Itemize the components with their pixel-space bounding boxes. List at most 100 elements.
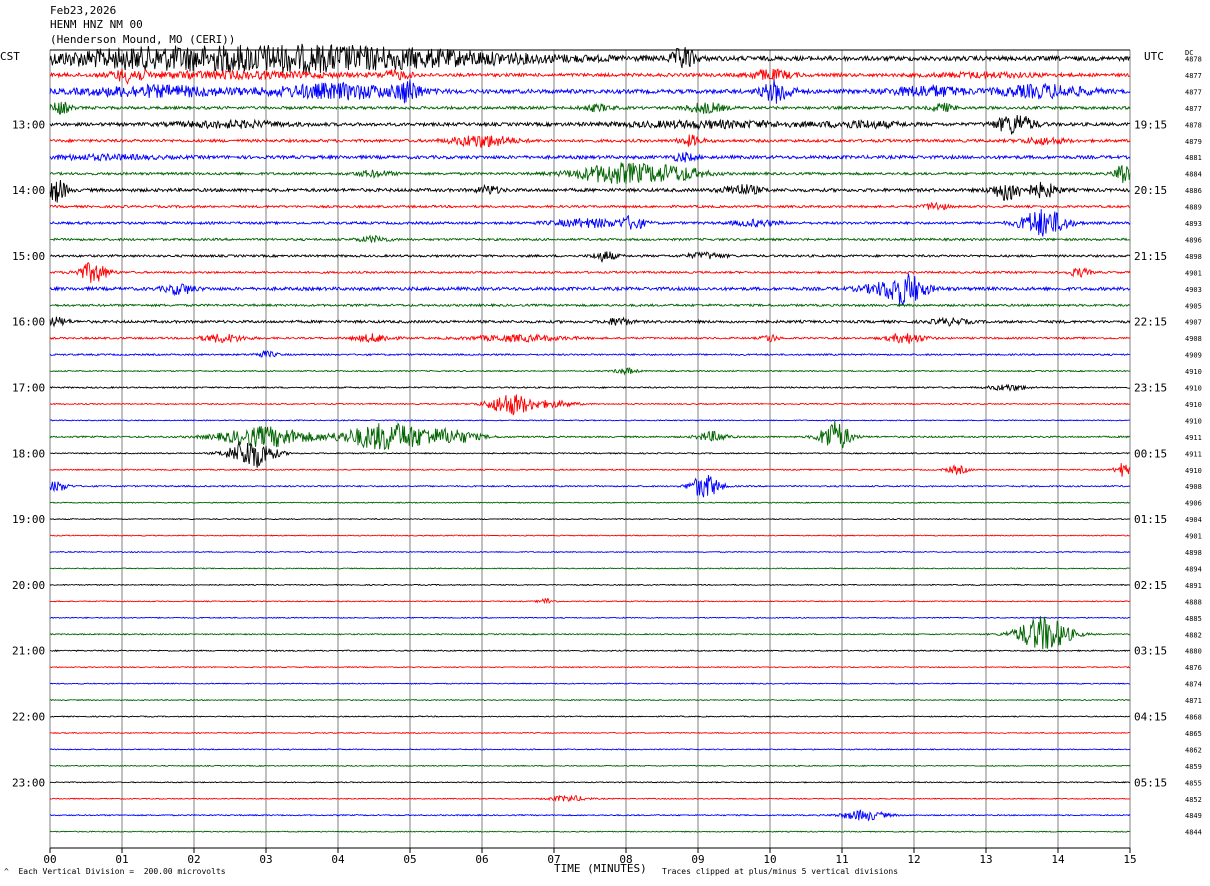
trace-row-3 [49,101,1131,115]
dc-value-row-3: 4877 [1185,105,1202,113]
dc-value-row-23: 4911 [1185,434,1202,442]
trace-row-37 [49,666,1131,669]
x-tick-label-13: 13 [979,853,992,866]
dc-value-row-30: 4898 [1185,549,1202,557]
trace-row-38 [49,682,1131,685]
dc-value-row-15: 4905 [1185,302,1202,310]
x-tick-label-09: 09 [691,853,704,866]
trace-row-32 [49,583,1130,587]
trace-row-46 [49,809,1131,822]
helicorder-plot: 00 01 02 03 04 05 06 07 08 09 10 11 12 13 14 15 13:0014… [12,43,1202,866]
right-time-label-2315: 23:15 [1134,382,1167,395]
dc-value-row-31: 4894 [1185,565,1202,573]
dc-value-row-16: 4907 [1185,319,1202,327]
trace-row-21 [49,394,1131,416]
dc-value-row-29: 4901 [1185,533,1202,541]
trace-row-34 [49,616,1131,619]
dc-value-row-40: 4868 [1185,714,1202,722]
trace-row-36 [49,649,1131,653]
x-tick-label-06: 06 [475,853,488,866]
left-time-label-1600: 16:00 [12,316,45,329]
trace-row-15 [49,302,1131,308]
dc-value-row-18: 4909 [1185,352,1202,360]
trace-row-30 [49,550,1131,554]
right-time-label-0515: 05:15 [1134,776,1167,789]
dc-value-row-0: 4878 [1185,56,1202,64]
dc-value-row-8: 4886 [1185,187,1202,195]
x-tick-label-01: 01 [115,853,128,866]
right-time-label-1915: 19:15 [1134,118,1167,131]
trace-row-23 [49,420,1131,451]
dc-value-row-37: 4876 [1185,664,1202,672]
dc-value-row-33: 4888 [1185,598,1202,606]
dc-value-row-21: 4910 [1185,401,1202,409]
x-tick-label-05: 05 [403,853,416,866]
trace-row-6 [49,151,1131,163]
trace-row-42 [49,748,1131,751]
left-time-label-2000: 20:00 [12,579,45,592]
left-time-label-1500: 15:00 [12,250,45,263]
left-time-label-1900: 19:00 [12,513,45,526]
dc-value-row-19: 4910 [1185,368,1202,376]
trace-row-19 [49,367,1131,376]
x-tick-label-12: 12 [907,853,920,866]
dc-value-row-45: 4852 [1185,796,1202,804]
trace-row-47 [49,830,1131,833]
right-time-label-2215: 22:15 [1134,316,1167,329]
left-time-label-1800: 18:00 [12,447,45,460]
trace-row-20 [49,383,1131,392]
dc-value-row-28: 4904 [1185,516,1202,524]
x-tick-label-03: 03 [259,853,272,866]
right-time-label-0315: 03:15 [1134,645,1167,658]
trace-row-33 [49,597,1130,605]
trace-row-17 [49,332,1131,344]
dc-value-row-12: 4898 [1185,253,1202,261]
dc-value-row-47: 4844 [1185,829,1202,837]
dc-value-row-1: 4877 [1185,72,1202,80]
dc-value-row-20: 4910 [1185,385,1202,393]
dc-value-row-6: 4881 [1185,154,1202,162]
scale-note: ^ Each Vertical Division = 200.00 microv… [4,867,226,876]
trace-row-40 [50,715,1131,718]
left-time-label-1400: 14:00 [12,184,45,197]
scale-note-text: Each Vertical Division = 200.00 microvol… [18,867,226,876]
trace-row-2 [49,79,1131,104]
trace-row-4 [49,114,1131,135]
right-time-label-0115: 01:15 [1134,513,1167,526]
trace-row-10 [49,209,1131,237]
trace-row-12 [50,251,1131,263]
dc-value-row-41: 4865 [1185,730,1202,738]
x-tick-label-10: 10 [763,853,776,866]
x-tick-label-04: 04 [331,853,345,866]
trace-row-18 [49,349,1131,358]
dc-value-row-46: 4849 [1185,812,1202,820]
trace-row-43 [49,764,1131,767]
dc-value-row-44: 4855 [1185,779,1202,787]
left-time-label-2200: 22:00 [12,711,45,724]
trace-row-29 [49,534,1130,537]
dc-value-row-35: 4882 [1185,631,1202,639]
trace-row-13 [49,262,1131,283]
dc-values: 4878 4877 4877 4877 4878 4879 4881 4884 4886 4889… [1185,56,1202,837]
right-time-label-0015: 00:15 [1134,447,1167,460]
trace-row-0 [49,43,1131,74]
trace-row-25 [50,463,1131,477]
left-time-label-2300: 23:00 [12,776,45,789]
dc-value-row-13: 4901 [1185,269,1202,277]
trace-row-7 [49,162,1131,185]
dc-value-row-9: 4889 [1185,204,1202,212]
trace-row-26 [49,474,1131,498]
dc-value-row-26: 4908 [1185,483,1202,491]
trace-row-8 [49,179,1131,203]
dc-value-row-27: 4906 [1185,500,1202,508]
left-time-labels: 13:00 14:00 15:00 16:00 17:00 18:00 19:00 20:00… [12,118,45,789]
trace-row-41 [49,731,1131,735]
right-time-labels: 19:15 20:15 21:15 22:15 23:15 00:15 01:15 02:15… [1134,118,1167,789]
dc-value-row-11: 4896 [1185,236,1202,244]
right-time-label-2115: 21:15 [1134,250,1167,263]
dc-value-row-39: 4871 [1185,697,1202,705]
trace-row-14 [49,273,1131,306]
left-time-label-1300: 13:00 [12,118,45,131]
trace-row-28 [49,517,1131,521]
x-tick-label-15: 15 [1123,853,1136,866]
